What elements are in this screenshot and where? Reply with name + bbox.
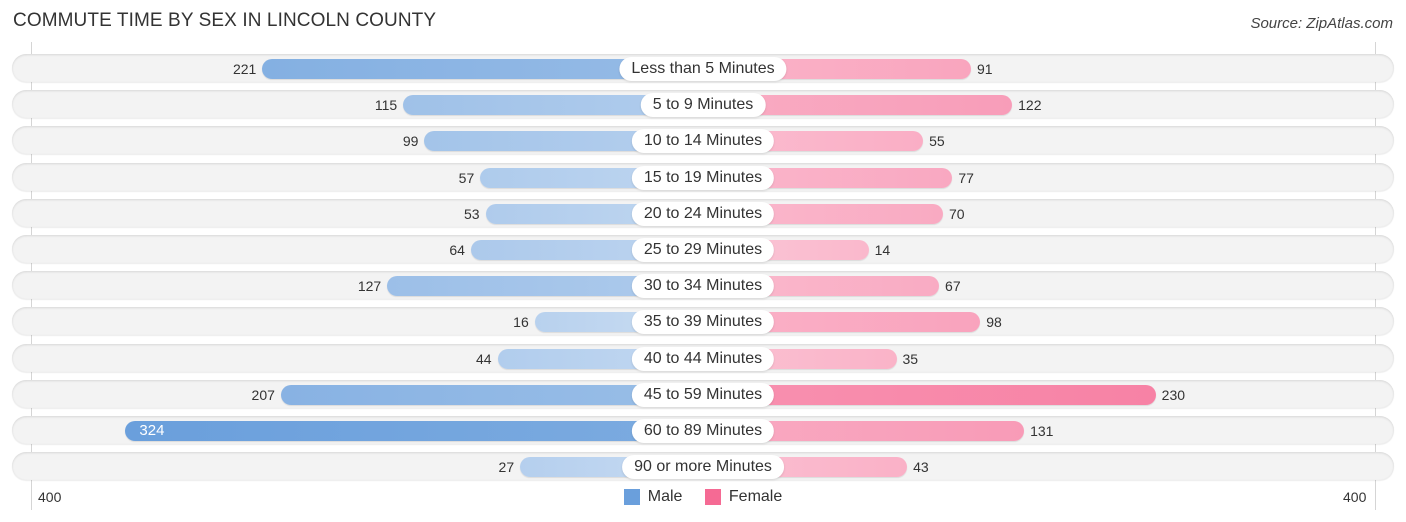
legend: Male Female: [0, 488, 1406, 510]
chart-row: 221 91 Less than 5 Minutes: [12, 54, 1394, 82]
chart-row: 44 35 40 to 44 Minutes: [12, 343, 1394, 372]
value-label-female: 98: [986, 314, 1002, 331]
value-label-male: 324: [139, 422, 165, 439]
value-label-male: 99: [402, 133, 419, 150]
category-label: 15 to 19 Minutes: [631, 165, 775, 190]
value-label-male: 207: [251, 386, 275, 403]
category-label: 25 to 29 Minutes: [631, 238, 775, 262]
category-label: 40 to 44 Minutes: [631, 346, 775, 371]
chart-row: 207 230 45 to 59 Minutes: [12, 379, 1394, 408]
value-label-female: 131: [1030, 423, 1054, 439]
value-label-female: 55: [929, 133, 945, 150]
value-label-female: 77: [958, 169, 974, 186]
value-label-female: 91: [976, 61, 993, 77]
value-label-male: 127: [357, 278, 382, 295]
chart-row: 127 67 30 to 34 Minutes: [12, 271, 1394, 300]
chart-row: 27 43 90 or more Minutes: [12, 452, 1394, 481]
value-label-female: 70: [949, 205, 965, 222]
legend-item-female[interactable]: Female: [704, 488, 783, 506]
chart-row: 53 70 20 to 24 Minutes: [12, 198, 1394, 227]
legend-swatch-female: [704, 489, 721, 505]
value-label-male: 27: [498, 459, 515, 476]
value-label-female: 35: [902, 350, 919, 367]
value-label-female: 122: [1018, 97, 1042, 114]
legend-swatch-male: [623, 489, 640, 505]
value-label-female: 14: [874, 242, 891, 258]
chart-row: 16 98 35 to 39 Minutes: [12, 307, 1394, 336]
value-label-male: 53: [464, 205, 480, 222]
chart-row: 324 131 60 to 89 Minutes: [12, 416, 1394, 444]
category-label: 60 to 89 Minutes: [631, 419, 775, 443]
value-label-female: 43: [913, 459, 929, 476]
category-label: 10 to 14 Minutes: [631, 129, 775, 154]
value-label-female: 67: [945, 278, 961, 295]
legend-label-male: Male: [647, 488, 683, 505]
category-label: 20 to 24 Minutes: [631, 201, 775, 226]
value-label-male: 44: [475, 350, 492, 367]
chart-row: 115 122 5 to 9 Minutes: [12, 90, 1394, 119]
bar-male[interactable]: [125, 421, 703, 441]
value-label-male: 64: [449, 242, 465, 258]
category-label: 45 to 59 Minutes: [631, 382, 775, 407]
value-label-female: 230: [1161, 386, 1186, 403]
source-label: Source: ZipAtlas.com: [1250, 15, 1393, 32]
category-label: 35 to 39 Minutes: [631, 310, 775, 335]
chart-title: COMMUTE TIME BY SEX IN LINCOLN COUNTY: [13, 10, 437, 31]
chart-row: 64 14 25 to 29 Minutes: [12, 235, 1394, 263]
category-label: Less than 5 Minutes: [619, 57, 787, 81]
chart-row: 57 77 15 to 19 Minutes: [12, 162, 1394, 191]
category-label: 5 to 9 Minutes: [640, 93, 766, 118]
category-label: 90 or more Minutes: [622, 455, 784, 480]
value-label-male: 57: [458, 169, 475, 186]
legend-item-male[interactable]: Male: [623, 488, 683, 506]
category-label: 30 to 34 Minutes: [631, 274, 775, 299]
legend-label-female: Female: [728, 488, 783, 505]
value-label-male: 221: [232, 61, 257, 77]
value-label-male: 115: [374, 97, 398, 114]
chart-row: 99 55 10 to 14 Minutes: [12, 126, 1394, 155]
value-label-male: 16: [513, 314, 529, 331]
